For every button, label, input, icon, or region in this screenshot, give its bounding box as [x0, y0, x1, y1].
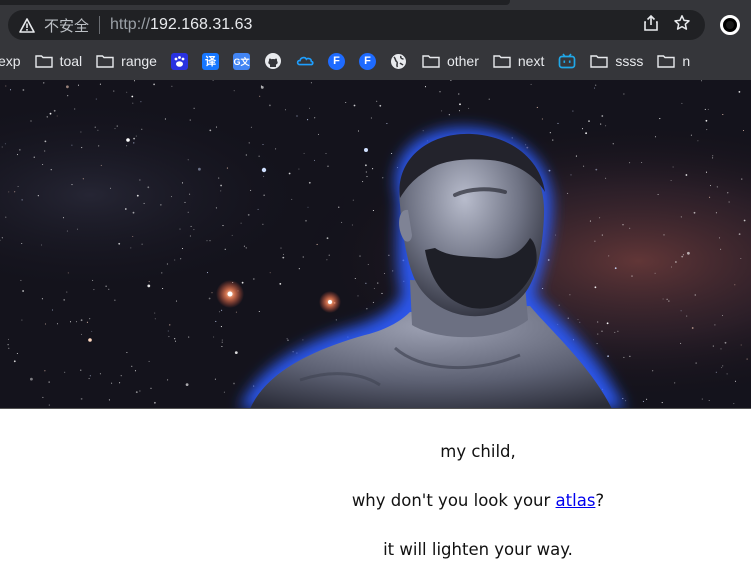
url-host[interactable]: 192.168.31.63	[150, 16, 252, 34]
browser-chrome: 不安全 http:// 192.168.31.63 exp toal range	[0, 0, 751, 80]
tab-strip-edge	[0, 0, 510, 5]
bookmark-bilibili[interactable]	[558, 52, 576, 70]
bookmark-folder-exp[interactable]: exp	[0, 53, 21, 69]
globe-icon	[390, 52, 408, 70]
line-2-suffix: ?	[595, 491, 605, 510]
share-icon[interactable]	[643, 14, 659, 37]
folder-icon	[96, 52, 114, 70]
bookmark-label: next	[517, 53, 545, 69]
bookmark-folder-range[interactable]: range	[96, 52, 157, 70]
bookmark-label: ssss	[615, 53, 644, 69]
folder-icon	[422, 52, 440, 70]
address-bar[interactable]: 不安全 http:// 192.168.31.63	[8, 10, 705, 40]
bookmark-folder-other[interactable]: other	[422, 52, 479, 70]
bookmark-folder-toal[interactable]: toal	[34, 52, 83, 70]
bookmark-f-app-2[interactable]: F	[358, 52, 376, 70]
bookmark-folder-ssss[interactable]: ssss	[590, 52, 643, 70]
message-line-1: my child,	[440, 442, 516, 461]
bookmark-label: toal	[59, 53, 83, 69]
bookmark-baidu[interactable]	[170, 52, 188, 70]
bookmark-cloud[interactable]	[296, 52, 314, 70]
profile-avatar-icon[interactable]	[720, 15, 740, 35]
translate-icon: 译	[201, 52, 219, 70]
url-scheme[interactable]: http://	[110, 16, 150, 34]
google-translate-icon: G文	[232, 52, 250, 70]
message-line-2: why don't you look your atlas?	[0, 491, 751, 510]
bookmark-label: other	[446, 53, 479, 69]
page-content: my child, why don't you look your atlas?…	[0, 409, 751, 580]
f-blue-icon: F	[327, 52, 345, 70]
warning-icon[interactable]	[18, 16, 36, 34]
github-icon	[264, 52, 282, 70]
hero-image	[0, 80, 751, 409]
bilibili-icon	[558, 52, 576, 70]
bookmark-folder-next[interactable]: next	[493, 52, 544, 70]
bookmark-f-app-1[interactable]: F	[327, 52, 345, 70]
bookmark-label: exp	[0, 53, 21, 69]
line-2-prefix: why don't you look your	[351, 491, 556, 510]
folder-icon	[493, 52, 511, 70]
bookmarks-bar: exp toal range 译 G文 F F other next ssss …	[0, 46, 751, 76]
bookmark-globe[interactable]	[390, 52, 408, 70]
baidu-icon	[170, 52, 188, 70]
folder-icon	[590, 52, 609, 70]
message-line-3: it will lighten your way.	[383, 540, 573, 559]
cloud-icon	[296, 52, 314, 70]
folder-icon	[657, 52, 676, 70]
divider	[99, 16, 101, 34]
bookmark-label: range	[121, 53, 157, 69]
atlas-link[interactable]: atlas	[556, 491, 596, 510]
bookmark-label: n	[682, 53, 691, 69]
bookmark-google-translate[interactable]: G文	[232, 52, 250, 70]
bookmark-translate[interactable]: 译	[201, 52, 219, 70]
security-label[interactable]: 不安全	[44, 15, 89, 36]
bookmark-folder-n[interactable]: n	[657, 52, 690, 70]
bookmark-star-icon[interactable]	[673, 14, 691, 37]
f-blue-icon: F	[358, 52, 376, 70]
bookmark-github[interactable]	[264, 52, 282, 70]
folder-icon	[34, 52, 53, 70]
